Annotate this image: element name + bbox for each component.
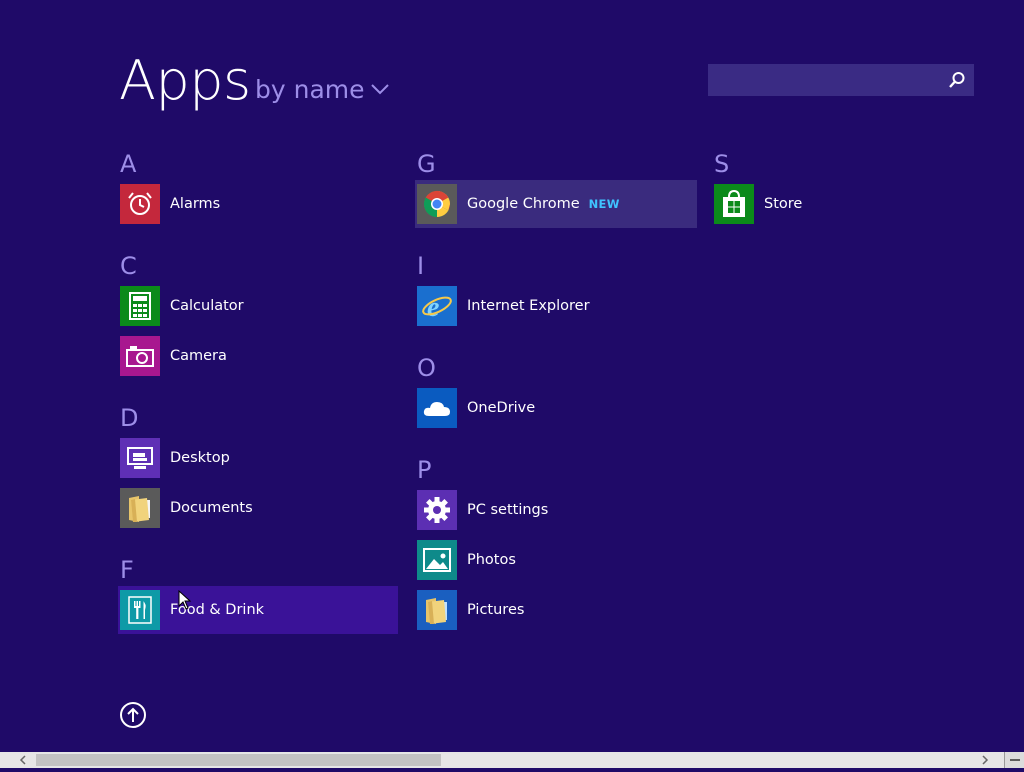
apps-column-2: G Google Chrome NEW I e Internet Explore… bbox=[415, 150, 699, 636]
app-pc-settings[interactable]: PC settings bbox=[415, 486, 699, 534]
page-title: Apps bbox=[119, 49, 251, 112]
app-label: Store bbox=[764, 196, 803, 212]
group-letter[interactable]: G bbox=[417, 150, 699, 178]
search-icon[interactable] bbox=[948, 71, 966, 89]
group-letter[interactable]: A bbox=[120, 150, 402, 178]
group-letter[interactable]: S bbox=[714, 150, 996, 178]
pictures-folder-icon bbox=[417, 590, 457, 630]
app-label: OneDrive bbox=[467, 400, 536, 416]
zoom-out-button[interactable] bbox=[1004, 752, 1024, 768]
app-internet-explorer[interactable]: e Internet Explorer bbox=[415, 282, 699, 330]
app-label: Internet Explorer bbox=[467, 298, 590, 314]
scrollbar-thumb[interactable] bbox=[36, 754, 441, 766]
app-food-drink[interactable]: Food & Drink bbox=[118, 586, 398, 634]
app-label: Desktop bbox=[170, 450, 230, 466]
app-label: Documents bbox=[170, 500, 253, 516]
sort-label: by name bbox=[255, 75, 365, 104]
calculator-icon bbox=[120, 286, 160, 326]
chevron-right-icon bbox=[982, 755, 989, 765]
app-label: Pictures bbox=[467, 602, 525, 618]
internet-explorer-icon: e bbox=[417, 286, 457, 326]
app-calculator[interactable]: Calculator bbox=[118, 282, 402, 330]
app-photos[interactable]: Photos bbox=[415, 536, 699, 584]
group-p: P PC settings Photos Pictures bbox=[417, 456, 699, 634]
arrow-up-icon bbox=[127, 707, 139, 722]
search-input[interactable] bbox=[708, 64, 954, 96]
group-a: A Alarms bbox=[120, 150, 402, 228]
group-g: G Google Chrome NEW bbox=[415, 150, 699, 228]
scroll-to-start-button[interactable] bbox=[120, 702, 146, 728]
gear-icon bbox=[417, 490, 457, 530]
documents-folder-icon bbox=[120, 488, 160, 528]
app-desktop[interactable]: Desktop bbox=[118, 434, 402, 482]
group-s: S Store bbox=[714, 150, 996, 228]
photos-icon bbox=[417, 540, 457, 580]
chrome-icon bbox=[417, 184, 457, 224]
app-label: PC settings bbox=[467, 502, 549, 518]
scroll-left-button[interactable] bbox=[14, 752, 32, 768]
group-c: C Calculator Camera bbox=[120, 252, 402, 380]
app-label: Camera bbox=[170, 348, 227, 364]
app-label: Photos bbox=[467, 552, 516, 568]
chevron-left-icon bbox=[19, 755, 26, 765]
group-letter[interactable]: C bbox=[120, 252, 402, 280]
group-letter[interactable]: P bbox=[417, 456, 699, 484]
app-label: Alarms bbox=[170, 196, 221, 212]
apps-column-1: A Alarms C Calculator Camera D Desktop D… bbox=[118, 150, 402, 636]
group-o: O OneDrive bbox=[417, 354, 699, 432]
horizontal-scrollbar[interactable] bbox=[0, 752, 1024, 768]
store-bag-icon bbox=[714, 184, 754, 224]
group-i: I e Internet Explorer bbox=[417, 252, 699, 330]
group-letter[interactable]: O bbox=[417, 354, 699, 382]
chevron-down-icon bbox=[370, 84, 389, 95]
mouse-pointer-icon bbox=[178, 590, 192, 610]
app-camera[interactable]: Camera bbox=[118, 332, 402, 380]
search-box[interactable] bbox=[708, 64, 974, 96]
camera-icon bbox=[120, 336, 160, 376]
alarm-clock-icon bbox=[120, 184, 160, 224]
new-badge: NEW bbox=[588, 197, 620, 211]
minus-icon bbox=[1010, 759, 1020, 761]
sort-by-dropdown[interactable]: by name bbox=[255, 74, 389, 106]
app-store[interactable]: Store bbox=[712, 180, 996, 228]
app-label: Calculator bbox=[170, 298, 244, 314]
app-onedrive[interactable]: OneDrive bbox=[415, 384, 699, 432]
app-documents[interactable]: Documents bbox=[118, 484, 402, 532]
onedrive-cloud-icon bbox=[417, 388, 457, 428]
group-d: D Desktop Documents bbox=[120, 404, 402, 532]
app-pictures[interactable]: Pictures bbox=[415, 586, 699, 634]
app-label: Google Chrome bbox=[467, 196, 580, 212]
group-f: F Food & Drink bbox=[118, 556, 402, 634]
scroll-right-button[interactable] bbox=[976, 752, 994, 768]
svg-text:e: e bbox=[427, 292, 439, 321]
desktop-icon bbox=[120, 438, 160, 478]
group-letter[interactable]: F bbox=[120, 556, 402, 584]
group-letter[interactable]: I bbox=[417, 252, 699, 280]
fork-knife-icon bbox=[120, 590, 160, 630]
group-letter[interactable]: D bbox=[120, 404, 402, 432]
app-alarms[interactable]: Alarms bbox=[118, 180, 402, 228]
apps-column-3: S Store bbox=[714, 150, 996, 230]
app-google-chrome[interactable]: Google Chrome NEW bbox=[415, 180, 697, 228]
